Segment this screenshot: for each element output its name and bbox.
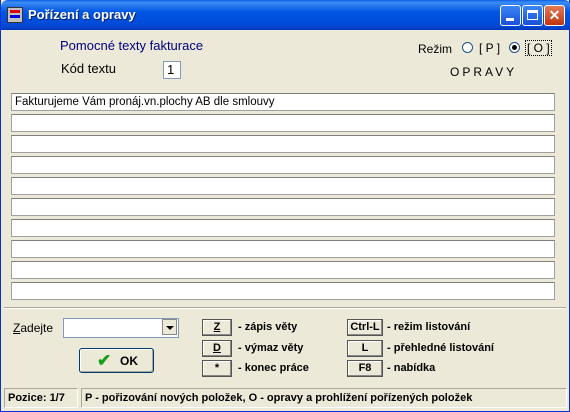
- window-title: Pořízení a opravy: [28, 7, 136, 22]
- text-line-row[interactable]: [11, 240, 555, 258]
- text-line-row[interactable]: [11, 219, 555, 237]
- vymaz-key-button[interactable]: D: [202, 340, 232, 357]
- vymaz-key-label: D: [213, 342, 221, 354]
- l-key-label: L: [361, 342, 369, 354]
- text-line-row[interactable]: Fakturujeme Vám pronáj.vn.plochy AB dle …: [11, 93, 555, 111]
- text-line-row[interactable]: [11, 198, 555, 216]
- title-bar[interactable]: Pořízení a opravy ✕: [1, 0, 570, 30]
- zapis-key-label: Z: [213, 321, 221, 333]
- app-icon: [7, 7, 23, 23]
- ok-label: OK: [120, 354, 138, 368]
- status-bar: Pozice: 1/7 P - pořizování nových polože…: [4, 388, 567, 408]
- text-line-row[interactable]: [11, 135, 555, 153]
- konec-key-button[interactable]: *: [202, 360, 232, 377]
- kod-textu-label: Kód textu: [61, 61, 116, 76]
- ctrl-l-key-label: Ctrl-L: [350, 321, 380, 333]
- mode-radio-o-label[interactable]: [ O ]: [525, 40, 552, 56]
- text-lines-list: Fakturujeme Vám pronáj.vn.plochy AB dle …: [11, 93, 555, 303]
- mode-status: OPRAVY: [450, 65, 518, 79]
- kod-textu-field[interactable]: 1: [163, 61, 181, 79]
- f8-key-button[interactable]: F8: [347, 360, 383, 377]
- status-help: P - pořizování nových položek, O - oprav…: [81, 388, 567, 408]
- checkmark-icon: ✔: [97, 351, 112, 370]
- mode-radio-p[interactable]: [462, 42, 473, 53]
- l-key-button[interactable]: L: [347, 340, 383, 357]
- radio-selected-dot: [512, 45, 517, 50]
- l-hint: - přehledné listování: [387, 342, 494, 354]
- ctrl-l-hint: - režim listování: [387, 321, 471, 333]
- ok-button[interactable]: ✔ OK: [79, 348, 154, 373]
- mode-radio-o[interactable]: [509, 42, 520, 53]
- text-line-row[interactable]: [11, 177, 555, 195]
- konec-hint: - konec práce: [238, 362, 309, 374]
- text-line-row[interactable]: [11, 282, 555, 300]
- divider: [4, 307, 566, 309]
- mode-label: Režim: [418, 42, 453, 56]
- combo-dropdown-frame: [162, 319, 177, 335]
- combo-dropdown-button[interactable]: [162, 319, 177, 337]
- zapis-hint: - zápis věty: [238, 321, 298, 333]
- mode-radio-p-label[interactable]: [ P ]: [479, 41, 500, 55]
- minimize-icon: [506, 18, 514, 21]
- text-line-row[interactable]: [11, 156, 555, 174]
- f8-hint: - nabídka: [387, 362, 436, 374]
- form-heading: Pomocné texty fakturace: [60, 38, 204, 53]
- text-line-row[interactable]: [11, 261, 555, 279]
- minimize-button[interactable]: [500, 5, 521, 26]
- text-line-row[interactable]: [11, 114, 555, 132]
- f8-key-label: F8: [358, 362, 372, 374]
- close-icon: ✕: [548, 7, 561, 23]
- main-window: Pořízení a opravy ✕ Pomocné texty faktur…: [0, 0, 570, 412]
- status-position: Pozice: 1/7: [4, 388, 78, 408]
- close-button[interactable]: ✕: [544, 5, 565, 26]
- maximize-icon: [527, 10, 538, 20]
- maximize-button[interactable]: [522, 5, 543, 26]
- zadejte-label: Zadejte: [13, 321, 53, 335]
- konec-key-label: *: [214, 362, 220, 374]
- zadejte-text: adejte: [20, 321, 54, 335]
- vymaz-hint: - výmaz věty: [238, 342, 304, 354]
- ctrl-l-key-button[interactable]: Ctrl-L: [347, 319, 383, 336]
- chevron-down-icon: [166, 326, 174, 330]
- zapis-key-button[interactable]: Z: [202, 319, 232, 336]
